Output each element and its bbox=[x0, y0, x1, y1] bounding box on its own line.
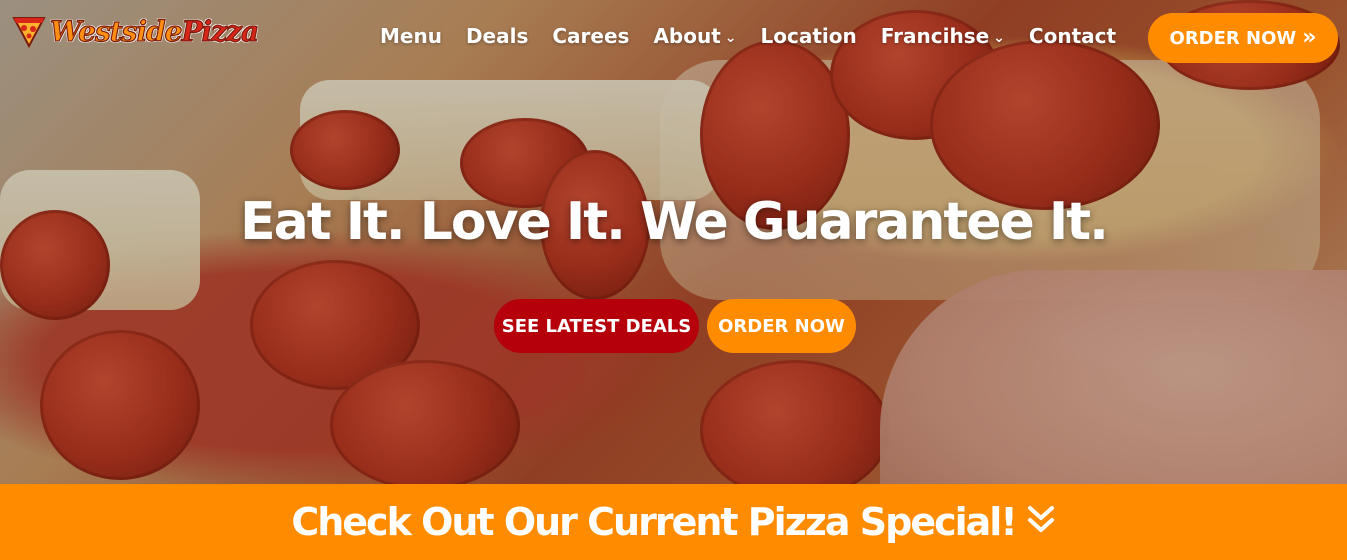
nav-item-label: Menu bbox=[380, 24, 442, 48]
nav-item-label: Carees bbox=[552, 24, 630, 48]
double-chevron-down-icon bbox=[1026, 502, 1056, 542]
nav-item-label: Contact bbox=[1028, 24, 1117, 48]
pizza-slice-icon bbox=[12, 14, 46, 49]
chevron-down-icon: ⌄ bbox=[993, 30, 1005, 46]
nav-item-about[interactable]: About ⌄ bbox=[653, 24, 736, 48]
brand-name-part1: Westside bbox=[49, 14, 183, 48]
banner-text: Check Out Our Current Pizza Special! bbox=[291, 500, 1017, 544]
hero-headline: Eat It. Love It. We Guarantee It. bbox=[240, 192, 1109, 252]
order-now-nav-button[interactable]: ORDER NOW » bbox=[1148, 13, 1338, 63]
double-chevron-right-icon: » bbox=[1302, 24, 1317, 50]
nav-item-francihse[interactable]: Francihse ⌄ bbox=[881, 24, 1005, 48]
chevron-down-icon: ⌄ bbox=[724, 30, 737, 46]
top-navbar: WestsidePizza Menu Deals Carees About ⌄ … bbox=[0, 0, 1347, 76]
pizza-special-banner[interactable]: Check Out Our Current Pizza Special! bbox=[0, 484, 1347, 560]
nav-item-carees[interactable]: Carees bbox=[552, 24, 629, 48]
nav-item-deals[interactable]: Deals bbox=[466, 24, 528, 48]
brand-name-part2: Pizza bbox=[181, 14, 260, 48]
order-now-label: ORDER NOW bbox=[1169, 27, 1297, 49]
brand-name: WestsidePizza bbox=[49, 14, 260, 48]
main-menu: Menu Deals Carees About ⌄ Location Franc… bbox=[380, 24, 1140, 48]
order-now-hero-button[interactable]: ORDER NOW bbox=[707, 299, 856, 353]
brand-logo[interactable]: WestsidePizza bbox=[12, 14, 260, 49]
nav-item-location[interactable]: Location bbox=[761, 24, 857, 48]
nav-item-label: Location bbox=[760, 24, 857, 48]
nav-item-label: About bbox=[653, 24, 721, 48]
nav-item-contact[interactable]: Contact bbox=[1029, 24, 1116, 48]
nav-item-label: Francihse bbox=[880, 24, 990, 48]
nav-item-menu[interactable]: Menu bbox=[380, 24, 442, 48]
nav-item-label: Deals bbox=[465, 24, 529, 48]
see-latest-deals-button[interactable]: SEE LATEST DEALS bbox=[494, 299, 699, 353]
